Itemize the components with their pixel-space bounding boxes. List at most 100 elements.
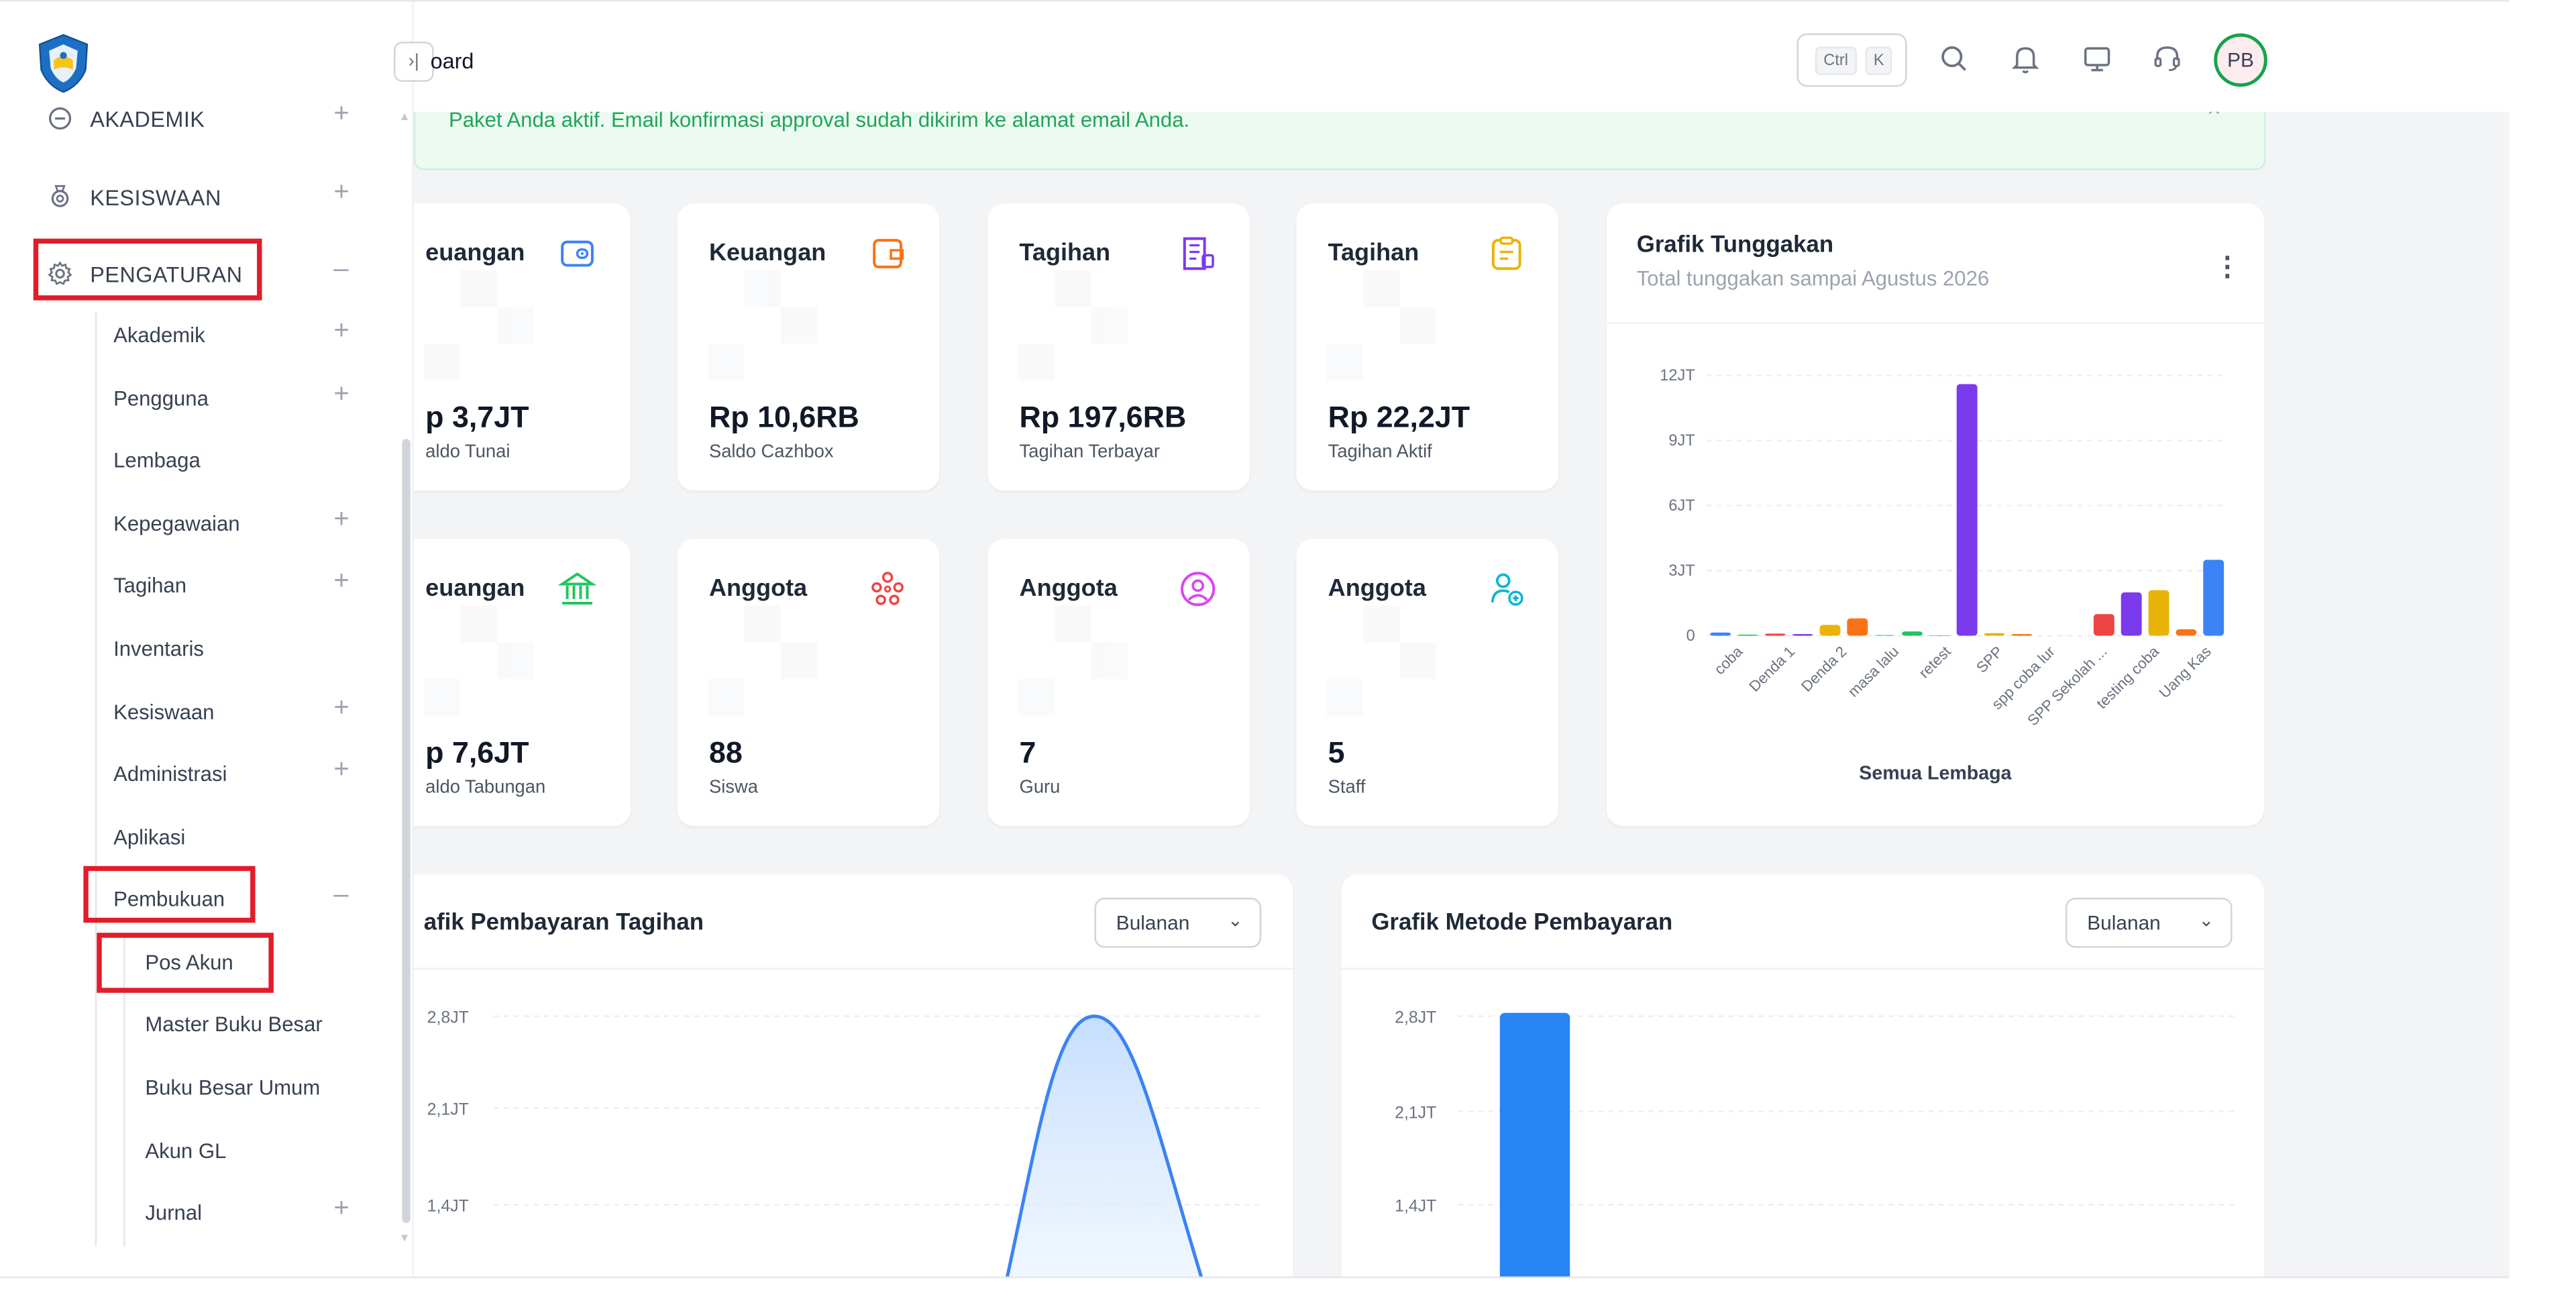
card-subtitle: Saldo Cazhbox <box>708 442 834 462</box>
chart-title: Grafik Metode Pembayaran <box>1371 907 1673 935</box>
sidebar-subitem-inventaris[interactable]: Inventaris <box>0 624 384 674</box>
stat-card-tagihan-aktif: Tagihan Rp 22,2JT Tagihan Aktif <box>1296 203 1558 491</box>
sidebar-subitem-lembaga[interactable]: Lembaga <box>0 435 384 486</box>
sidebar-subitem-akun-gl[interactable]: Akun GL <box>0 1127 384 1177</box>
command-search-shortcut[interactable]: Ctrl K <box>1796 33 1907 87</box>
collapse-icon[interactable]: – <box>333 881 348 911</box>
x-tick-label: masa lalu <box>1845 643 1902 700</box>
metode-bar-chart: 1,4JT 2,1JT 2,8JT <box>1395 1008 2235 1277</box>
card-subtitle: Guru <box>1019 777 1061 798</box>
sidebar-toggle-button[interactable]: ›| <box>393 42 434 82</box>
y-tick-label: 6JT <box>1668 497 1695 515</box>
expand-icon[interactable]: + <box>333 100 349 130</box>
chart-title: Grafik Tunggakan <box>1636 230 1834 257</box>
success-alert: Paket Anda aktif. Email konfirmasi appro… <box>413 111 2266 170</box>
subitem-label: Tagihan <box>113 574 187 598</box>
expand-icon[interactable]: + <box>333 568 349 598</box>
expand-icon[interactable]: + <box>333 506 349 536</box>
card-value: Rp 22,2JT <box>1328 400 1470 434</box>
close-icon[interactable]: × <box>2207 112 2220 122</box>
bar <box>1792 633 1813 636</box>
scrollbar-thumb[interactable] <box>402 439 411 1223</box>
x-tick-label: SPP <box>1973 643 2006 676</box>
select-value: Bulanan <box>1116 910 1190 935</box>
card-subtitle: Tagihan Aktif <box>1328 442 1432 462</box>
sidebar-item-label: AKADEMIK <box>90 107 205 132</box>
decorative-pattern <box>1296 270 1513 387</box>
subitem-label: Kesiswaan <box>113 700 215 725</box>
card-value: 88 <box>708 735 743 770</box>
y-tick-label: 1,4JT <box>1395 1197 1436 1216</box>
bar <box>2148 590 2169 636</box>
decorative-pattern <box>1296 605 1513 723</box>
support-headset-icon[interactable] <box>2151 42 2184 75</box>
card-subtitle: aldo Tabungan <box>425 777 546 798</box>
expand-icon[interactable]: + <box>333 694 349 725</box>
card-title: Tagihan <box>1019 240 1111 267</box>
card-value: 5 <box>1328 735 1345 770</box>
card-value: Rp 10,6RB <box>708 400 859 434</box>
user-circle-icon <box>1181 572 1216 607</box>
breadcrumb: oard <box>430 48 474 74</box>
stat-card-saldo-cazhbox: Keuangan Rp 10,6RB Saldo Cazhbox <box>677 203 940 491</box>
select-value: Bulanan <box>2087 910 2161 935</box>
card-title: Tagihan <box>1328 240 1419 267</box>
sidebar-subitem-kesiswaan[interactable]: Kesiswaan + <box>0 688 384 738</box>
users-group-icon <box>871 572 904 605</box>
search-icon[interactable] <box>1937 42 1970 75</box>
expand-icon[interactable]: + <box>333 317 349 348</box>
expand-icon[interactable]: + <box>333 1195 349 1225</box>
scroll-up-arrow-icon[interactable]: ▲ <box>398 112 410 123</box>
highlight-box-pos-akun <box>97 933 274 993</box>
subitem-label: Buku Besar Umum <box>145 1076 321 1100</box>
sidebar-subitem-akademik[interactable]: Akademik + <box>0 311 384 361</box>
subitem-label: Pengguna <box>113 386 209 411</box>
chart-subtitle: Total tunggakan sampai Agustus 2026 <box>1636 266 1990 291</box>
card-value: p 3,7JT <box>425 400 529 434</box>
x-tick-label: Denda 2 <box>1798 643 1850 695</box>
sidebar-subitem-kepegawaian[interactable]: Kepegawaian + <box>0 499 384 549</box>
expand-icon[interactable]: + <box>333 756 349 786</box>
medal-icon <box>51 185 69 207</box>
card-title: euangan <box>425 576 525 603</box>
tunggakan-bar-chart: 12JT 9JT 6JT 3JT 0 coba Denda 1 Denda 2masa lal… <box>1660 367 2228 784</box>
sidebar-item-label: KESISWAAN <box>90 185 221 211</box>
expand-icon[interactable]: + <box>333 178 349 209</box>
bar <box>1499 1012 1570 1277</box>
sidebar-item-akademik[interactable]: AKADEMIK + <box>0 93 384 144</box>
sidebar-subitem-jurnal[interactable]: Jurnal + <box>0 1188 384 1239</box>
sidebar-subitem-master-buku-besar[interactable]: Master Buku Besar <box>0 1000 384 1050</box>
scroll-down-arrow-icon[interactable]: ▼ <box>398 1233 410 1245</box>
sidebar-subitem-aplikasi[interactable]: Aplikasi <box>0 813 384 863</box>
pembayaran-area-chart: 1,4JT 2,1JT 2,8JT <box>427 1008 1262 1277</box>
period-select[interactable]: Bulanan ⌄ <box>2065 898 2233 948</box>
card-value: p 7,6JT <box>425 735 529 770</box>
card-title: Anggota <box>1019 576 1118 603</box>
user-avatar[interactable]: PB <box>2214 33 2267 87</box>
y-tick-label: 2,1JT <box>427 1100 469 1118</box>
sidebar-subitem-administrasi[interactable]: Administrasi + <box>0 749 384 800</box>
stat-card-siswa: Anggota 88 Siswa <box>677 539 940 827</box>
tunggakan-chart-card: Grafik Tunggakan Total tunggakan sampai … <box>1606 203 2264 827</box>
alert-message: Paket Anda aktif. Email konfirmasi appro… <box>449 111 1190 132</box>
y-tick-label: 0 <box>1686 627 1695 645</box>
sidebar-subitem-buku-besar-umum[interactable]: Buku Besar Umum <box>0 1063 384 1113</box>
sidebar-subitem-pengguna[interactable]: Pengguna + <box>0 374 384 424</box>
sidebar-item-kesiswaan[interactable]: KESISWAAN + <box>0 172 384 222</box>
bar <box>1847 618 1868 636</box>
wallet-icon <box>561 240 594 267</box>
legend-label: Semua Lembaga <box>1859 762 2012 784</box>
metode-pembayaran-chart-card: Grafik Metode Pembayaran Bulanan ⌄ 1,4JT… <box>1341 874 2264 1277</box>
period-select[interactable]: Bulanan ⌄ <box>1094 898 1262 948</box>
sidebar-subitem-tagihan[interactable]: Tagihan + <box>0 561 384 611</box>
pembayaran-tagihan-chart-card: afik Pembayaran Tagihan Bulanan ⌄ 1,4JT 2… <box>413 874 1293 1277</box>
expand-icon[interactable]: + <box>333 380 349 411</box>
more-options-icon[interactable]: ⋮ <box>2214 250 2241 284</box>
stat-card-saldo-tunai: euangan p 3,7JT aldo Tunai <box>413 203 631 491</box>
monitor-icon[interactable] <box>2080 42 2114 75</box>
bell-icon[interactable] <box>2008 42 2042 75</box>
chart-title: afik Pembayaran Tagihan <box>423 907 704 935</box>
bar <box>2011 633 2033 636</box>
collapse-icon[interactable]: – <box>333 256 348 286</box>
stat-card-saldo-tabungan: euangan p 7,6JT aldo Tabungan <box>413 539 631 827</box>
